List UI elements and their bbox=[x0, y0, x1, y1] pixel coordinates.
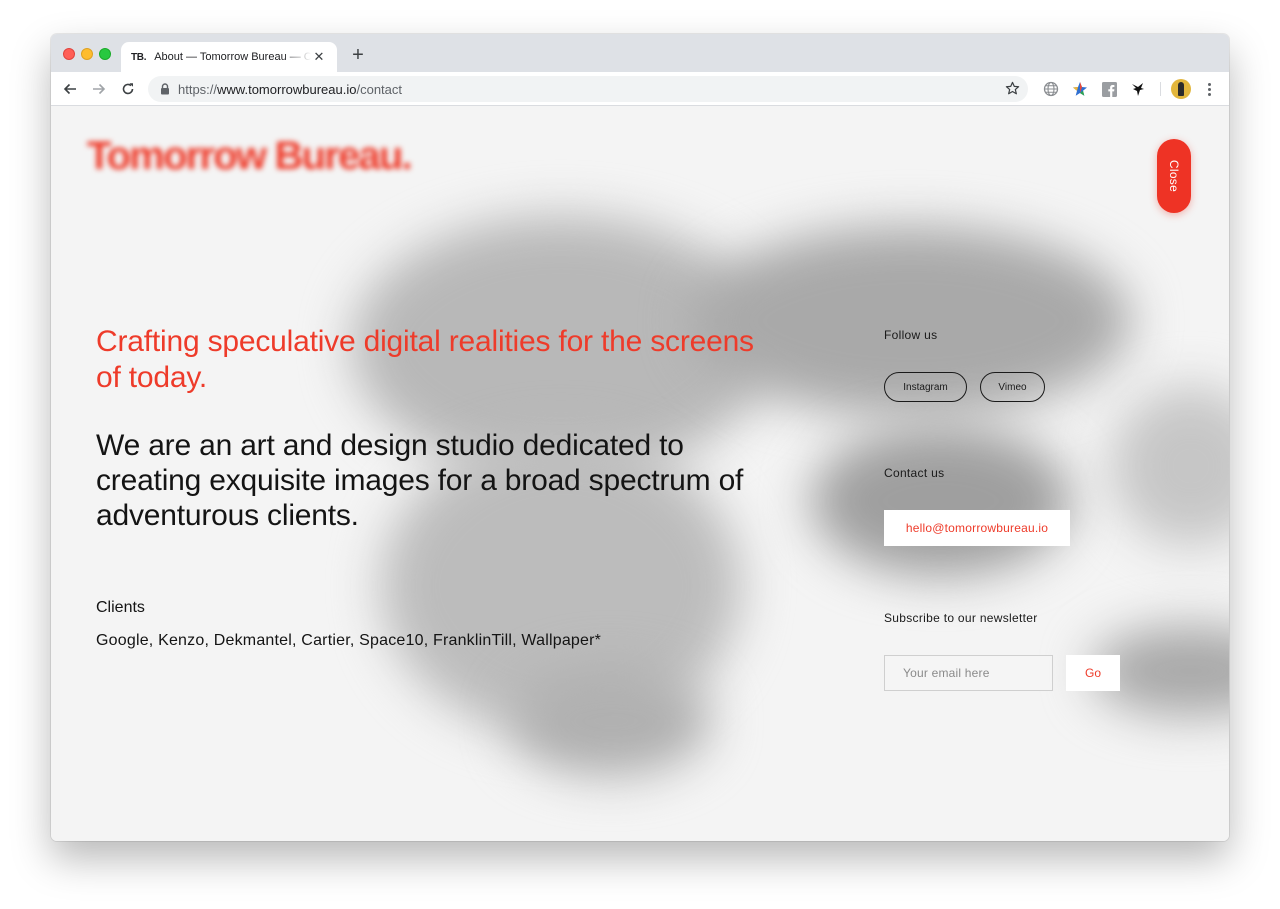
vimeo-link[interactable]: Vimeo bbox=[980, 372, 1045, 402]
site-logo[interactable]: Tomorrow Bureau. bbox=[87, 134, 413, 179]
bookmark-star-icon[interactable] bbox=[1005, 81, 1020, 99]
toolbar-separator bbox=[1160, 82, 1161, 96]
facebook-extension-icon[interactable] bbox=[1100, 80, 1118, 98]
color-extension-icon[interactable] bbox=[1071, 80, 1089, 98]
follow-us-heading: Follow us bbox=[884, 328, 938, 342]
background-blur bbox=[811, 426, 1071, 576]
new-tab-button[interactable]: + bbox=[348, 45, 368, 65]
back-icon[interactable] bbox=[59, 78, 81, 100]
tab-title: About — Tomorrow Bureau — Crafting specu… bbox=[154, 51, 311, 63]
studio-description: We are an art and design studio dedicate… bbox=[96, 429, 744, 532]
background-blur bbox=[511, 666, 711, 776]
globe-extension-icon[interactable] bbox=[1042, 80, 1060, 98]
minimize-window-button[interactable] bbox=[81, 48, 93, 60]
maximize-window-button[interactable] bbox=[99, 48, 111, 60]
forward-icon[interactable] bbox=[88, 78, 110, 100]
address-bar[interactable]: https://www.tomorrowbureau.io/contact bbox=[148, 76, 1028, 102]
tagline: Crafting speculative digital realities f… bbox=[96, 325, 754, 394]
background-blur bbox=[1111, 386, 1229, 546]
clients-list: Google, Kenzo, Dekmantel, Cartier, Space… bbox=[96, 632, 602, 649]
clients-heading: Clients bbox=[96, 599, 145, 616]
menu-kebab-icon[interactable] bbox=[1202, 80, 1216, 98]
close-button-label: Close bbox=[1167, 159, 1181, 193]
close-window-button[interactable] bbox=[63, 48, 75, 60]
lock-icon[interactable] bbox=[160, 83, 170, 95]
bird-extension-icon[interactable] bbox=[1129, 80, 1147, 98]
contact-email-link[interactable]: hello@tomorrowbureau.io bbox=[884, 510, 1070, 546]
url-host: www.tomorrowbureau.io bbox=[217, 81, 357, 97]
close-button[interactable]: Close bbox=[1157, 139, 1191, 213]
newsletter-go-button[interactable]: Go bbox=[1066, 655, 1120, 691]
browser-window: TB. About — Tomorrow Bureau — Crafting s… bbox=[51, 34, 1229, 841]
tab-close-icon[interactable]: ✕ bbox=[311, 49, 327, 65]
tab-about[interactable]: TB. About — Tomorrow Bureau — Crafting s… bbox=[121, 42, 337, 72]
profile-avatar[interactable] bbox=[1171, 79, 1191, 99]
reload-icon[interactable] bbox=[117, 78, 139, 100]
instagram-link[interactable]: Instagram bbox=[884, 372, 967, 402]
url-scheme: https:// bbox=[178, 81, 218, 97]
tab-strip: TB. About — Tomorrow Bureau — Crafting s… bbox=[51, 34, 1229, 72]
contact-us-heading: Contact us bbox=[884, 466, 945, 480]
newsletter-email-input[interactable] bbox=[884, 655, 1053, 691]
newsletter-heading: Subscribe to our newsletter bbox=[884, 611, 1038, 625]
tab-favicon: TB. bbox=[131, 51, 147, 63]
browser-toolbar: https://www.tomorrowbureau.io/contact bbox=[51, 72, 1229, 106]
page-viewport: Tomorrow Bureau. Close Crafting speculat… bbox=[51, 106, 1229, 841]
url-path: /contact bbox=[356, 81, 403, 97]
